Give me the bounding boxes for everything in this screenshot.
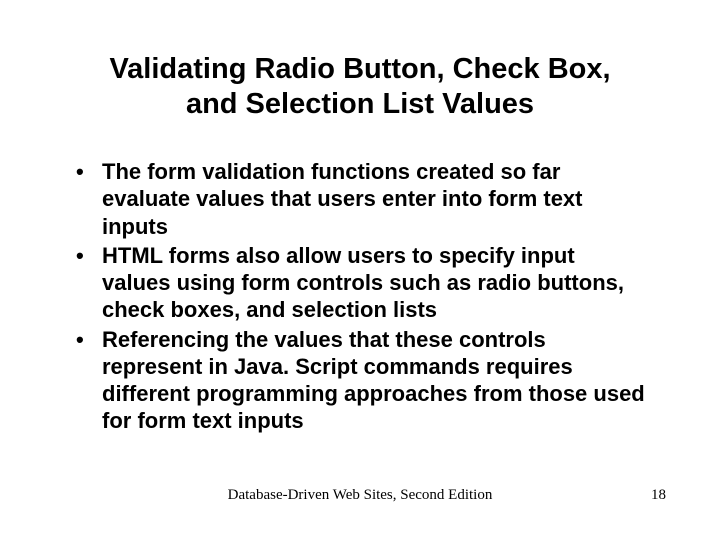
list-item: The form validation functions created so… xyxy=(72,158,648,240)
list-item: HTML forms also allow users to specify i… xyxy=(72,242,648,324)
bullet-text: Referencing the values that these contro… xyxy=(102,327,645,434)
bullet-text: The form validation functions created so… xyxy=(102,159,583,239)
bullet-text: HTML forms also allow users to specify i… xyxy=(102,243,624,323)
bullet-list: The form validation functions created so… xyxy=(72,158,648,435)
page-number: 18 xyxy=(651,487,666,504)
title-line-2: and Selection List Values xyxy=(186,88,534,120)
slide-body: The form validation functions created so… xyxy=(72,158,648,437)
slide: Validating Radio Button, Check Box, and … xyxy=(0,0,720,540)
footer-source: Database-Driven Web Sites, Second Editio… xyxy=(0,487,720,504)
title-line-1: Validating Radio Button, Check Box, xyxy=(109,53,610,85)
list-item: Referencing the values that these contro… xyxy=(72,326,648,435)
slide-title: Validating Radio Button, Check Box, and … xyxy=(0,52,720,122)
